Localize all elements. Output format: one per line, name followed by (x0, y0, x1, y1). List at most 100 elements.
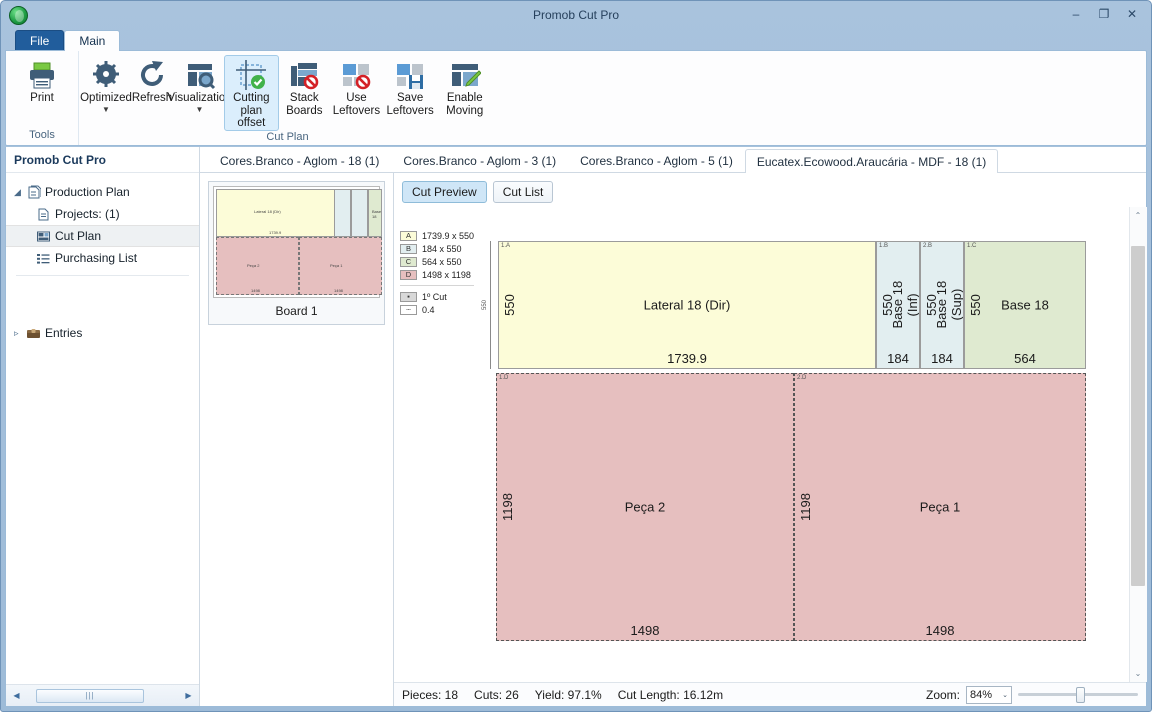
zoom-slider[interactable] (1018, 686, 1138, 703)
piece-1d[interactable]: 1.D 1198 Peça 2 1498 (496, 373, 794, 641)
scrollbar-thumb[interactable] (1130, 246, 1145, 586)
minimize-button[interactable]: – (1063, 5, 1089, 23)
refresh-label: Refresh (131, 92, 173, 104)
document-tabs: Cores.Branco - Aglom - 18 (1) Cores.Bran… (200, 147, 1146, 173)
enable-moving-button[interactable]: Enable Moving (437, 55, 492, 118)
legend-swatch: B (400, 243, 417, 254)
cutting-plan-offset-icon (235, 58, 267, 92)
board-card[interactable]: Lateral 18 (Dir) Base 18 Peça 2 Peça 1 1… (208, 181, 385, 325)
visualization-magnifier-icon (184, 58, 216, 92)
scroll-up-arrow-icon[interactable]: ⌃ (1129, 207, 1147, 224)
piece-tag: 1.C (967, 243, 977, 249)
tree-item-purchasing-list[interactable]: Purchasing List (6, 247, 199, 269)
cut-diagram[interactable]: 550 1.A 550 Lateral 18 (Dir) 1739.9 1.B … (478, 207, 1129, 682)
ribbon-tab-main[interactable]: Main (64, 30, 121, 51)
ribbon-tabstrip: File Main ⌃ (5, 29, 1147, 117)
title-bar: Promob Cut Pro – ❐ ✕ (1, 1, 1151, 29)
legend-item-c: C 564 x 550 (400, 255, 478, 268)
production-plan-icon (26, 185, 45, 200)
optimized-button[interactable]: Optimized ▼ (80, 55, 132, 115)
visualization-dropdown-icon[interactable]: ▼ (196, 105, 204, 114)
zoom-select[interactable]: 84% ⌄ (966, 685, 1012, 704)
scroll-down-arrow-icon[interactable]: ⌄ (1129, 665, 1147, 682)
sidebar: Promob Cut Pro ◢ Production Plan Project… (6, 147, 200, 706)
cutting-plan-offset-button[interactable]: Cutting plan offset (224, 55, 279, 131)
legend-text: 1498 x 1198 (422, 269, 471, 280)
scrollbar-track[interactable]: ||| (24, 688, 181, 704)
status-cuts: Cuts: 26 (474, 687, 519, 702)
piece-name: Lateral 18 (Dir) (643, 297, 731, 313)
use-leftovers-button[interactable]: Use Leftovers (330, 55, 383, 118)
doc-tab-0[interactable]: Cores.Branco - Aglom - 18 (1) (208, 148, 391, 172)
slider-thumb[interactable] (1076, 686, 1085, 703)
window-controls: – ❐ ✕ (1063, 5, 1145, 23)
stack-boards-label: Stack Boards (286, 92, 323, 117)
scroll-left-arrow-icon[interactable]: ◀ (9, 688, 24, 704)
visualization-button[interactable]: Visualization ▼ (167, 55, 232, 115)
piece-2b[interactable]: 2.B 550 Base 18 (Sup) 184 (920, 241, 964, 369)
piece-name: Base 18 (Inf) (890, 281, 920, 329)
piece-1c[interactable]: 1.C 550 Base 18 564 (964, 241, 1086, 369)
sidebar-horizontal-scrollbar[interactable]: ◀ ||| ▶ (6, 684, 199, 706)
legend-swatch: ┄ (400, 304, 417, 315)
legend-separator (400, 285, 474, 286)
refresh-icon (136, 58, 168, 92)
legend-item-b: B 184 x 550 (400, 242, 478, 255)
tree-item-label: Entries (45, 326, 83, 340)
legend-text: 564 x 550 (422, 256, 462, 267)
piece-tag: 2.B (923, 243, 933, 249)
legend-swatch: A (400, 230, 417, 241)
doc-tab-3[interactable]: Eucatex.Ecowood.Araucária - MDF - 18 (1) (744, 149, 999, 173)
chevron-down-icon[interactable]: ⌄ (1002, 691, 1008, 699)
optimized-dropdown-icon[interactable]: ▼ (102, 105, 110, 114)
ribbon-group-tools: Print Tools (6, 51, 78, 145)
board-list-panel: Lateral 18 (Dir) Base 18 Peça 2 Peça 1 1… (200, 173, 394, 706)
canvas-vertical-scrollbar[interactable]: ⌃ ⌄ (1129, 207, 1147, 682)
piece-1a[interactable]: 1.A 550 Lateral 18 (Dir) 1739.9 (498, 241, 876, 369)
piece-tag: 1.A (501, 243, 511, 249)
doc-tab-1[interactable]: Cores.Branco - Aglom - 3 (1) (391, 148, 568, 172)
maximize-button[interactable]: ❐ (1091, 5, 1117, 23)
tree-item-cut-plan[interactable]: Cut Plan (6, 225, 199, 247)
cut-list-button[interactable]: Cut List (492, 181, 554, 203)
expander-icon[interactable]: ◢ (14, 187, 26, 198)
piece-name: Base 18 (Sup) (934, 281, 964, 329)
tree-item-production-plan[interactable]: ◢ Production Plan (6, 181, 199, 203)
board-height-ruler: 550 (482, 241, 496, 369)
scroll-right-arrow-icon[interactable]: ▶ (181, 688, 196, 704)
scrollbar-thumb[interactable]: ||| (36, 688, 144, 703)
board-thumbnail[interactable]: Lateral 18 (Dir) Base 18 Peça 2 Peça 1 1… (213, 186, 382, 298)
ribbon-tab-file[interactable]: File (15, 30, 65, 51)
piece-width: 564 (1014, 351, 1036, 366)
piece-1b[interactable]: 1.B 550 Base 18 (Inf) 184 (876, 241, 920, 369)
scrollbar-track[interactable] (1129, 224, 1147, 665)
stack-boards-blocked-icon (288, 58, 320, 92)
doc-tab-2[interactable]: Cores.Branco - Aglom - 5 (1) (568, 148, 745, 172)
app-logo-icon[interactable] (9, 6, 28, 25)
cut-preview-button[interactable]: Cut Preview (402, 181, 487, 203)
legend-swatch: D (400, 269, 417, 280)
legend-item-first-cut: ▪ 1º Cut (400, 290, 478, 303)
expander-icon[interactable]: ▹ (14, 328, 26, 339)
legend-text: 184 x 550 (422, 243, 462, 254)
legend-swatch: ▪ (400, 291, 417, 302)
print-label: Print (30, 92, 54, 104)
piece-tag: 2.D (797, 375, 807, 381)
print-button[interactable]: Print (19, 55, 65, 106)
optimized-label: Optimized (80, 92, 132, 104)
enable-moving-label: Enable Moving (446, 92, 484, 117)
tree-item-projects[interactable]: Projects: (1) (6, 203, 199, 225)
visualization-label: Visualization (167, 92, 232, 104)
piece-2d[interactable]: 2.D 1198 Peça 1 1498 (794, 373, 1086, 641)
stack-boards-button[interactable]: Stack Boards (279, 55, 330, 118)
save-leftovers-button[interactable]: Save Leftovers (383, 55, 438, 118)
zoom-value: 84% (970, 688, 993, 701)
client-area: Promob Cut Pro ◢ Production Plan Project… (5, 147, 1147, 707)
tree-item-label: Purchasing List (55, 251, 138, 265)
tree-item-entries[interactable]: ▹ Entries (6, 322, 199, 344)
piece-name: Base 18 (1001, 297, 1049, 313)
close-button[interactable]: ✕ (1119, 5, 1145, 23)
legend-panel: A 1739.9 x 550 B 184 x 550 C 564 x 550 D… (394, 207, 478, 682)
piece-tag: 1.D (499, 375, 509, 381)
ribbon-group-cutplan-title: Cut Plan (266, 130, 309, 143)
